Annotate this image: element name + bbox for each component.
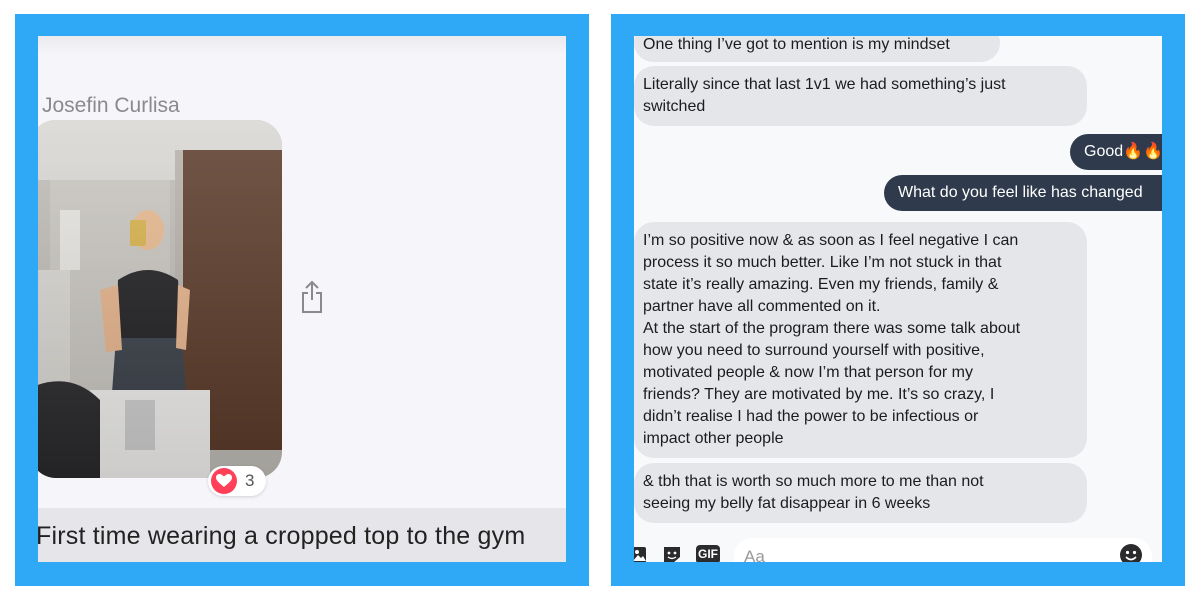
message-composer: GIF Aa — [634, 534, 1162, 562]
reaction-badge[interactable]: 3 — [208, 466, 266, 496]
gif-icon[interactable]: GIF — [696, 545, 720, 562]
sender-name: Josefin Curlisa — [42, 94, 180, 117]
mirror-selfie-photo[interactable] — [38, 120, 282, 478]
message-incoming: & tbh that is worth so much more to me t… — [634, 463, 1087, 523]
message-input-placeholder: Aa — [744, 547, 765, 562]
photo-illustration — [38, 120, 282, 478]
chat-panel: One thing I’ve got to mention is my mind… — [634, 36, 1162, 562]
reaction-count: 3 — [245, 471, 255, 490]
message-incoming: I’m so positive now & as soon as I feel … — [634, 222, 1087, 458]
message-outgoing: Good🔥🔥 — [1070, 134, 1162, 170]
heart-icon — [211, 468, 237, 494]
message-outgoing: What do you feel like has changed — [884, 175, 1162, 211]
top-shadow — [38, 36, 566, 54]
message-incoming: One thing I’ve got to mention is my mind… — [634, 36, 1000, 62]
sticker-icon[interactable] — [662, 546, 682, 562]
post-panel: Josefin Curlisa 3 First time wearing a c… — [38, 36, 566, 562]
message-input[interactable]: Aa — [734, 538, 1152, 562]
caption-bar: First time wearing a cropped top to the … — [38, 508, 566, 562]
post-caption: First time wearing a cropped top to the … — [38, 522, 526, 550]
message-incoming: Literally since that last 1v1 we had som… — [634, 66, 1087, 126]
photo-icon[interactable] — [634, 547, 646, 562]
emoji-icon[interactable] — [1120, 544, 1142, 562]
share-icon[interactable] — [300, 280, 324, 314]
